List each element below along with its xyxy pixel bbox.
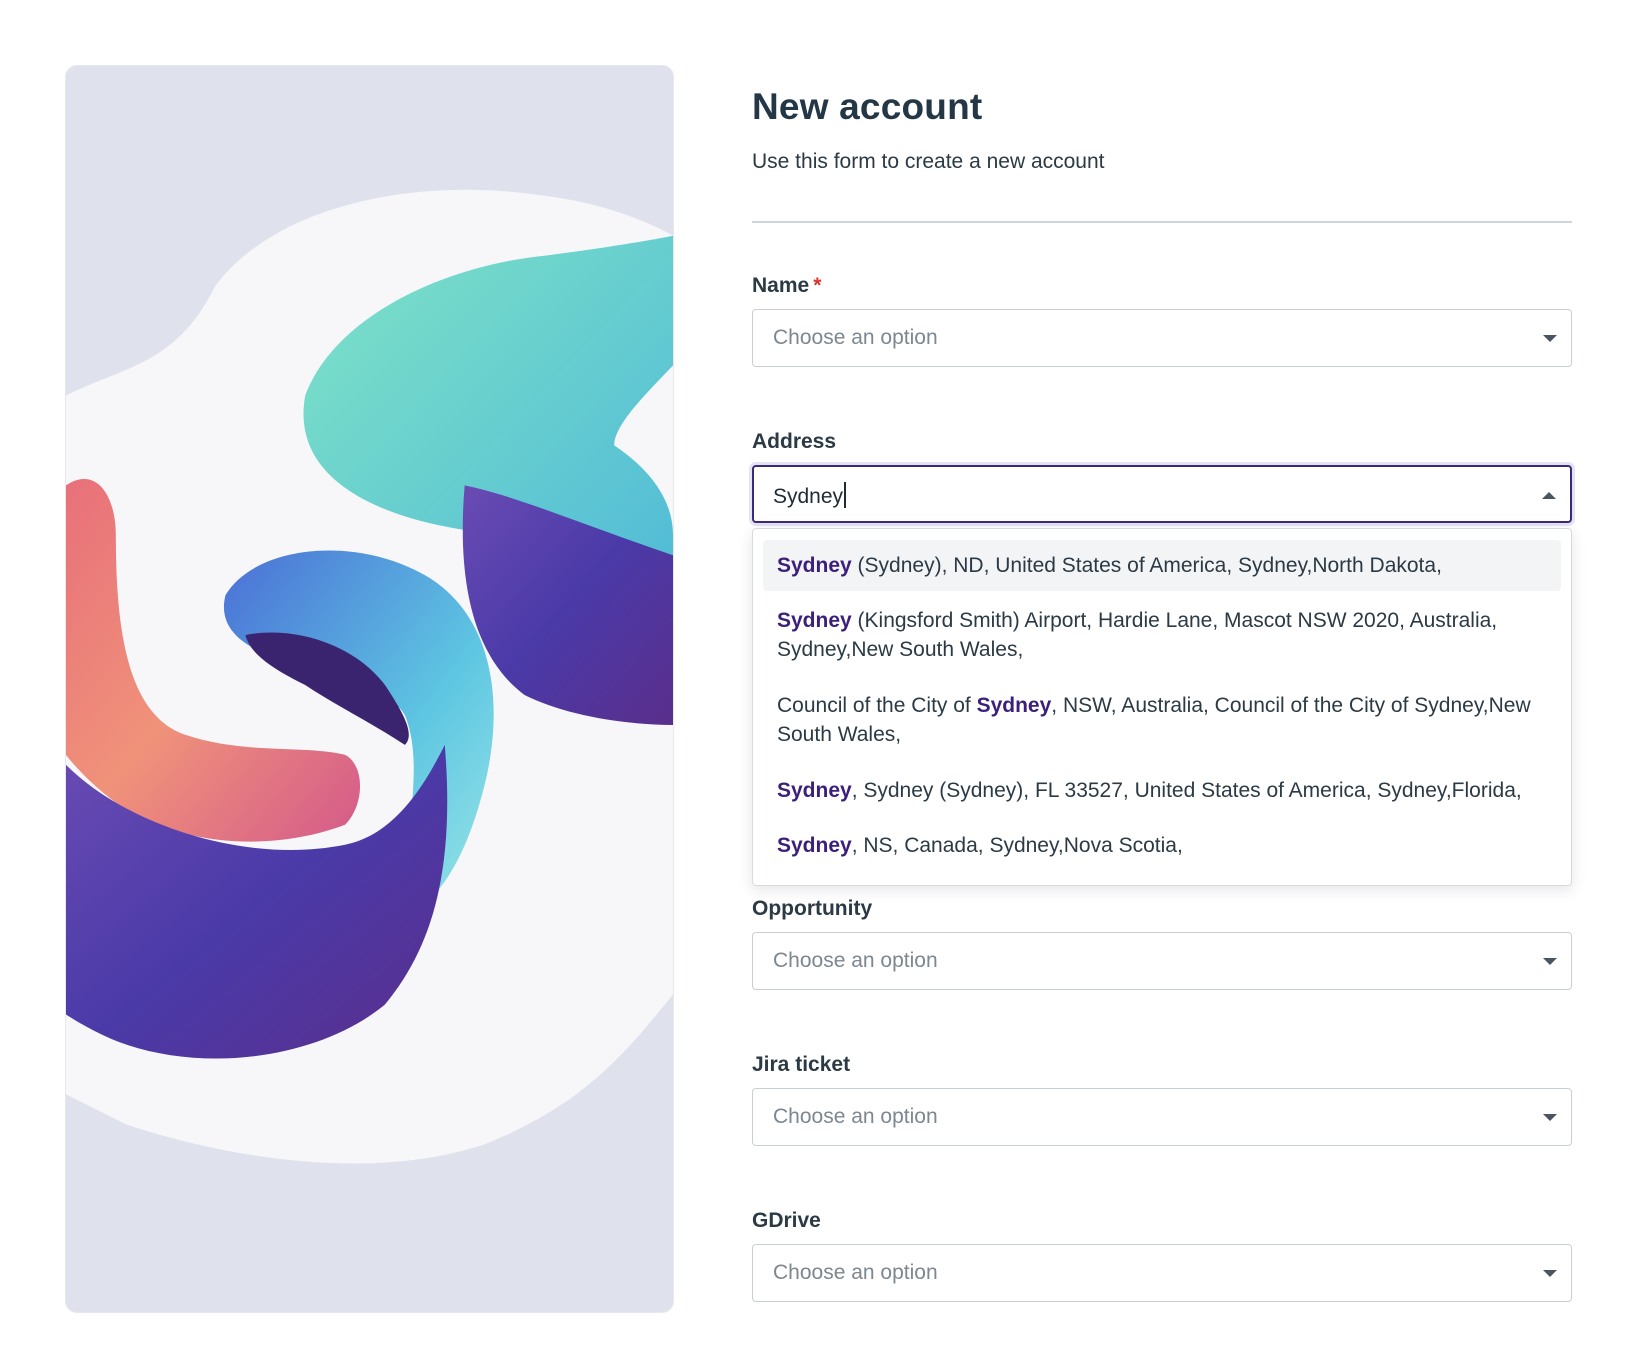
suggestion-match: Sydney	[777, 554, 852, 577]
address-combobox[interactable]: Sydney	[752, 465, 1572, 523]
address-suggestion[interactable]: Sydney (Kingsford Smith) Airport, Hardie…	[763, 595, 1561, 675]
page-subtitle: Use this form to create a new account	[752, 150, 1105, 173]
jira-ticket-select[interactable]: Choose an option	[752, 1088, 1572, 1146]
gdrive-select[interactable]: Choose an option	[752, 1244, 1572, 1302]
opportunity-select-placeholder: Choose an option	[773, 949, 938, 972]
page-title: New account	[752, 86, 983, 127]
address-suggestions-list: Sydney (Sydney), ND, United States of Am…	[752, 528, 1572, 886]
opportunity-select[interactable]: Choose an option	[752, 932, 1572, 990]
chevron-up-icon	[1542, 492, 1556, 499]
header-divider	[752, 221, 1572, 223]
suggestion-text-after: (Kingsford Smith) Airport, Hardie Lane, …	[777, 609, 1498, 661]
suggestion-text-after: (Sydney), ND, United States of America, …	[851, 554, 1442, 577]
name-label-text: Name	[752, 274, 810, 297]
suggestion-text-before: Council of the City of	[777, 694, 977, 717]
chevron-down-icon	[1543, 335, 1557, 342]
required-asterisk: *	[813, 274, 822, 297]
name-select-placeholder: Choose an option	[773, 326, 938, 349]
suggestion-text-after: , Sydney (Sydney), FL 33527, United Stat…	[851, 779, 1522, 802]
hero-illustration	[65, 65, 674, 1313]
name-select[interactable]: Choose an option	[752, 309, 1572, 367]
address-suggestion[interactable]: Council of the City of Sydney, NSW, Aust…	[763, 680, 1561, 760]
jira-ticket-label: Jira ticket	[752, 1053, 851, 1076]
address-input-value: Sydney	[773, 482, 847, 509]
chevron-down-icon	[1543, 958, 1557, 965]
jira-ticket-select-placeholder: Choose an option	[773, 1105, 938, 1128]
address-suggestion[interactable]: Sydney (Sydney), ND, United States of Am…	[763, 540, 1561, 591]
address-input-text: Sydney	[773, 485, 844, 508]
chevron-down-icon	[1543, 1114, 1557, 1121]
suggestion-match: Sydney	[976, 694, 1052, 717]
gdrive-label: GDrive	[752, 1209, 821, 1232]
suggestion-match: Sydney	[777, 779, 852, 802]
gdrive-select-placeholder: Choose an option	[773, 1261, 938, 1284]
address-suggestion[interactable]: Sydney, Sydney (Sydney), FL 33527, Unite…	[763, 765, 1561, 816]
suggestion-match: Sydney	[777, 834, 852, 857]
text-cursor	[844, 482, 847, 508]
opportunity-label: Opportunity	[752, 897, 873, 920]
suggestion-match: Sydney	[777, 609, 852, 632]
chevron-down-icon	[1543, 1270, 1557, 1277]
address-label: Address	[752, 430, 837, 453]
suggestion-text-after: , NS, Canada, Sydney,Nova Scotia,	[851, 834, 1183, 857]
new-account-form: New account Use this form to create a ne…	[752, 0, 1572, 1346]
address-suggestion[interactable]: Sydney, NS, Canada, Sydney,Nova Scotia,	[763, 820, 1561, 871]
name-label: Name *	[752, 274, 821, 298]
